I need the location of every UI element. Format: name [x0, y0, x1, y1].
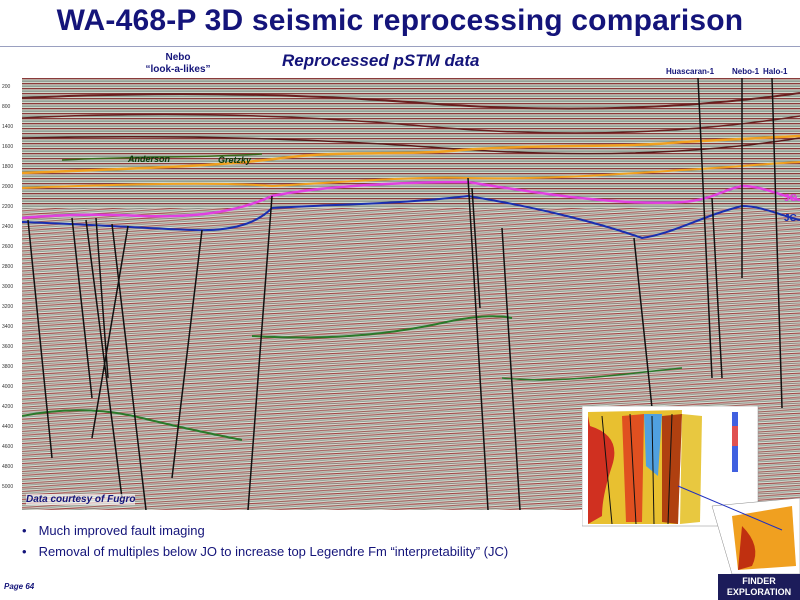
attribute-map-inset — [581, 405, 800, 575]
nebo-label-line1: Nebo — [165, 52, 191, 63]
finder-logo: FINDER EXPLORATION — [718, 574, 800, 600]
data-credit: Data courtesy of Fugro — [26, 494, 136, 505]
jc-label: JC — [784, 213, 797, 224]
section-subtitle: Reprocessed pSTM data — [282, 51, 480, 70]
bullet-list: Much improved fault imaging Removal of m… — [22, 520, 509, 562]
page-number: Page 64 — [4, 582, 35, 591]
bullet-fault-imaging: Much improved fault imaging — [22, 520, 508, 541]
page-title: WA-468-P 3D seismic reprocessing compari… — [56, 4, 744, 37]
logo-line2: EXPLORATION — [726, 587, 792, 597]
anderson-label: Anderson — [128, 154, 171, 164]
logo-line1: FINDER — [742, 576, 776, 586]
title-divider — [0, 46, 800, 47]
well-label-nebo: Nebo-1 — [732, 67, 760, 76]
nebo-label-line2: “look-a-likes” — [145, 64, 211, 75]
well-label-huascaran: Huascaran-1 — [666, 67, 715, 76]
time-axis: 200 800 1400 1600 1800 2000 2200 2400 2600 28… — [2, 84, 14, 490]
gretzky-label: Gretzky — [218, 155, 252, 165]
nebo-lookalikes-label: Nebo “look-a-likes” — [138, 52, 218, 76]
bullet-multiples-removal: Removal of multiples below JO to increas… — [22, 541, 509, 562]
well-label-halo: Halo-1 — [763, 67, 788, 76]
jo-label: JO — [784, 193, 798, 204]
